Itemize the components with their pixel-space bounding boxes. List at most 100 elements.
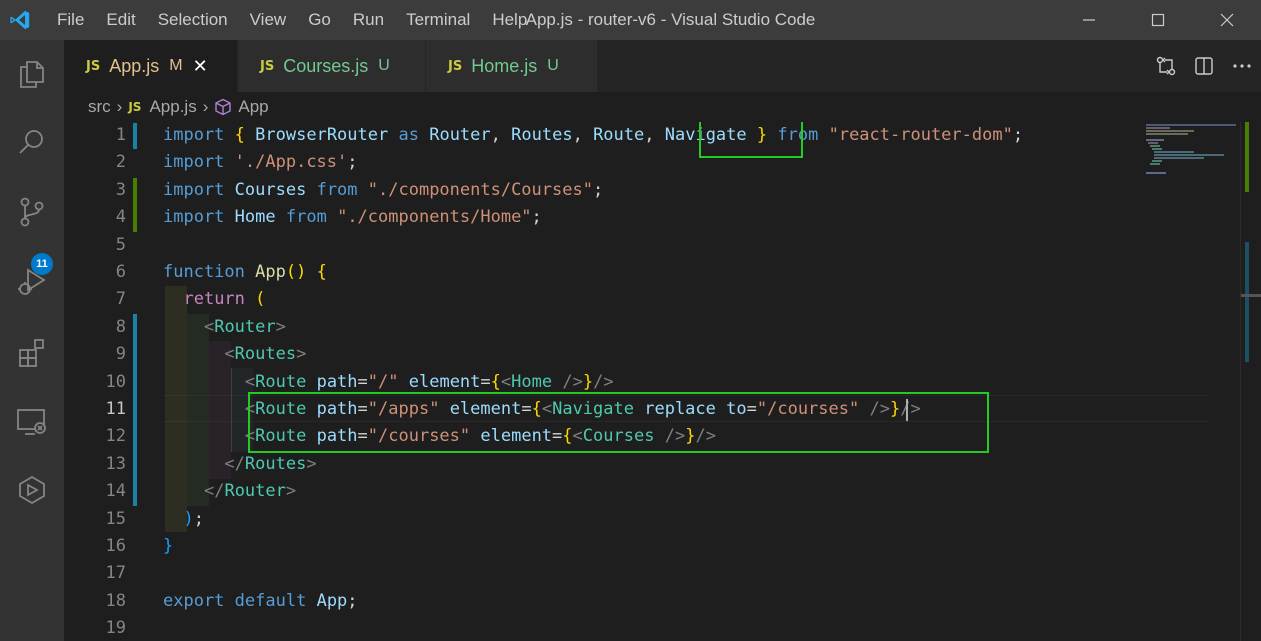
extensions-icon[interactable] bbox=[0, 322, 64, 382]
code-line[interactable]: } bbox=[163, 533, 173, 560]
search-icon[interactable] bbox=[0, 112, 64, 172]
highlight-box-routes bbox=[248, 392, 989, 453]
line-number: 4 bbox=[115, 207, 126, 228]
minimap-line bbox=[1146, 130, 1194, 132]
tab-home-js[interactable]: JS Home.js U bbox=[426, 40, 598, 92]
tab-label: Courses.js bbox=[283, 55, 369, 76]
minimap-line bbox=[1148, 142, 1158, 144]
minimap-line bbox=[1146, 172, 1166, 174]
tab-status-untracked: U bbox=[378, 57, 390, 74]
symbol-method-icon bbox=[215, 98, 232, 116]
breadcrumb-folder[interactable]: src bbox=[88, 97, 111, 117]
javascript-file-icon: JS bbox=[448, 58, 463, 74]
line-number: 12 bbox=[105, 426, 126, 447]
code-line[interactable]: ); bbox=[163, 506, 204, 533]
menu-terminal[interactable]: Terminal bbox=[395, 0, 481, 40]
menu-bar: File Edit Selection View Go Run Terminal… bbox=[46, 0, 538, 40]
menu-view[interactable]: View bbox=[239, 0, 298, 40]
activity-bar: 11 bbox=[0, 40, 64, 641]
tab-bar: JS App.js M ✕ JS Courses.js U JS Home.js… bbox=[64, 40, 1261, 92]
minimap-line bbox=[1152, 160, 1162, 162]
live-share-icon[interactable] bbox=[0, 460, 64, 520]
menu-go[interactable]: Go bbox=[297, 0, 342, 40]
breadcrumb-symbol[interactable]: App bbox=[238, 97, 268, 117]
code-editor[interactable]: 1 2 3 4 5 6 7 8 9 10 11 12 13 14 15 16 1… bbox=[64, 122, 1261, 641]
line-number: 19 bbox=[105, 618, 126, 639]
minimap[interactable] bbox=[1140, 122, 1250, 641]
editor-actions bbox=[1147, 40, 1261, 92]
more-actions-button[interactable] bbox=[1223, 40, 1261, 92]
maximize-button[interactable] bbox=[1123, 0, 1192, 40]
close-tab-icon[interactable]: ✕ bbox=[193, 56, 208, 77]
minimap-line bbox=[1152, 148, 1162, 150]
minimap-line bbox=[1146, 133, 1188, 135]
menu-edit[interactable]: Edit bbox=[95, 0, 146, 40]
compare-changes-icon bbox=[1156, 56, 1176, 76]
line-number: 2 bbox=[115, 152, 126, 173]
code-line[interactable]: import Home from "./components/Home"; bbox=[163, 204, 542, 231]
tab-status-modified: M bbox=[169, 57, 183, 74]
line-number: 15 bbox=[105, 508, 126, 529]
code-line[interactable]: import './App.css'; bbox=[163, 149, 358, 176]
title-bar: File Edit Selection View Go Run Terminal… bbox=[0, 0, 1261, 40]
code-line[interactable]: export default App; bbox=[163, 588, 358, 615]
javascript-file-icon: JS bbox=[128, 100, 142, 114]
line-number: 7 bbox=[115, 289, 126, 310]
line-number: 5 bbox=[115, 234, 126, 255]
minimap-line bbox=[1154, 157, 1204, 159]
close-icon bbox=[1220, 13, 1233, 27]
code-line[interactable]: import Courses from "./components/Course… bbox=[163, 177, 603, 204]
line-number: 16 bbox=[105, 536, 126, 556]
vertical-scrollbar[interactable] bbox=[1240, 122, 1261, 641]
minimize-icon bbox=[1082, 19, 1095, 21]
minimap-line bbox=[1154, 154, 1224, 156]
minimize-button[interactable] bbox=[1054, 0, 1123, 40]
minimap-line bbox=[1150, 163, 1160, 165]
menu-help[interactable]: Help bbox=[481, 0, 538, 40]
code-line[interactable]: </Routes> bbox=[163, 451, 316, 478]
minimap-line bbox=[1146, 127, 1170, 129]
line-number: 17 bbox=[105, 563, 126, 584]
split-editor-button[interactable] bbox=[1185, 40, 1223, 92]
menu-file[interactable]: File bbox=[46, 0, 95, 40]
highlight-box-navigate-import bbox=[699, 122, 803, 158]
line-number: 13 bbox=[105, 453, 126, 474]
code-line[interactable]: <Routes> bbox=[163, 341, 306, 368]
explorer-icon[interactable] bbox=[0, 44, 64, 104]
menu-selection[interactable]: Selection bbox=[147, 0, 239, 40]
minimap-line bbox=[1150, 145, 1160, 147]
code-line[interactable]: function App() { bbox=[163, 259, 327, 286]
scrollbar-diff-marker bbox=[1245, 242, 1249, 362]
line-number: 10 bbox=[105, 371, 126, 392]
remote-explorer-icon[interactable] bbox=[0, 392, 64, 452]
open-changes-button[interactable] bbox=[1147, 40, 1185, 92]
chevron-right-icon: › bbox=[116, 97, 123, 116]
vscode-logo-icon bbox=[0, 0, 40, 40]
diff-modified-marker bbox=[133, 123, 137, 149]
tab-app-js[interactable]: JS App.js M ✕ bbox=[64, 40, 238, 92]
diff-added-marker bbox=[133, 178, 137, 232]
line-number: 18 bbox=[105, 590, 126, 611]
tab-label: Home.js bbox=[471, 55, 538, 76]
menu-run[interactable]: Run bbox=[342, 0, 395, 40]
tab-courses-js[interactable]: JS Courses.js U bbox=[238, 40, 426, 92]
split-editor-icon bbox=[1195, 57, 1213, 75]
maximize-icon bbox=[1151, 13, 1164, 27]
scrollbar-diff-marker bbox=[1245, 122, 1249, 192]
code-line[interactable]: <Router> bbox=[163, 314, 286, 341]
source-control-icon[interactable] bbox=[0, 182, 64, 242]
code-line[interactable]: return ( bbox=[163, 286, 265, 313]
code-line[interactable]: import { BrowserRouter as Router, Routes… bbox=[163, 122, 1023, 149]
line-number: 8 bbox=[115, 316, 126, 337]
javascript-file-icon: JS bbox=[86, 58, 101, 74]
breadcrumb-file[interactable]: App.js bbox=[149, 97, 196, 117]
line-number: 9 bbox=[115, 344, 126, 365]
diff-modified-marker bbox=[133, 314, 137, 506]
line-number: 3 bbox=[115, 179, 126, 200]
minimap-line bbox=[1146, 124, 1236, 126]
line-number-current: 11 bbox=[105, 399, 126, 419]
close-window-button[interactable] bbox=[1192, 0, 1261, 40]
code-line[interactable]: </Router> bbox=[163, 478, 296, 505]
run-debug-icon[interactable] bbox=[0, 252, 64, 312]
scrollbar-cursor-marker bbox=[1241, 294, 1261, 297]
